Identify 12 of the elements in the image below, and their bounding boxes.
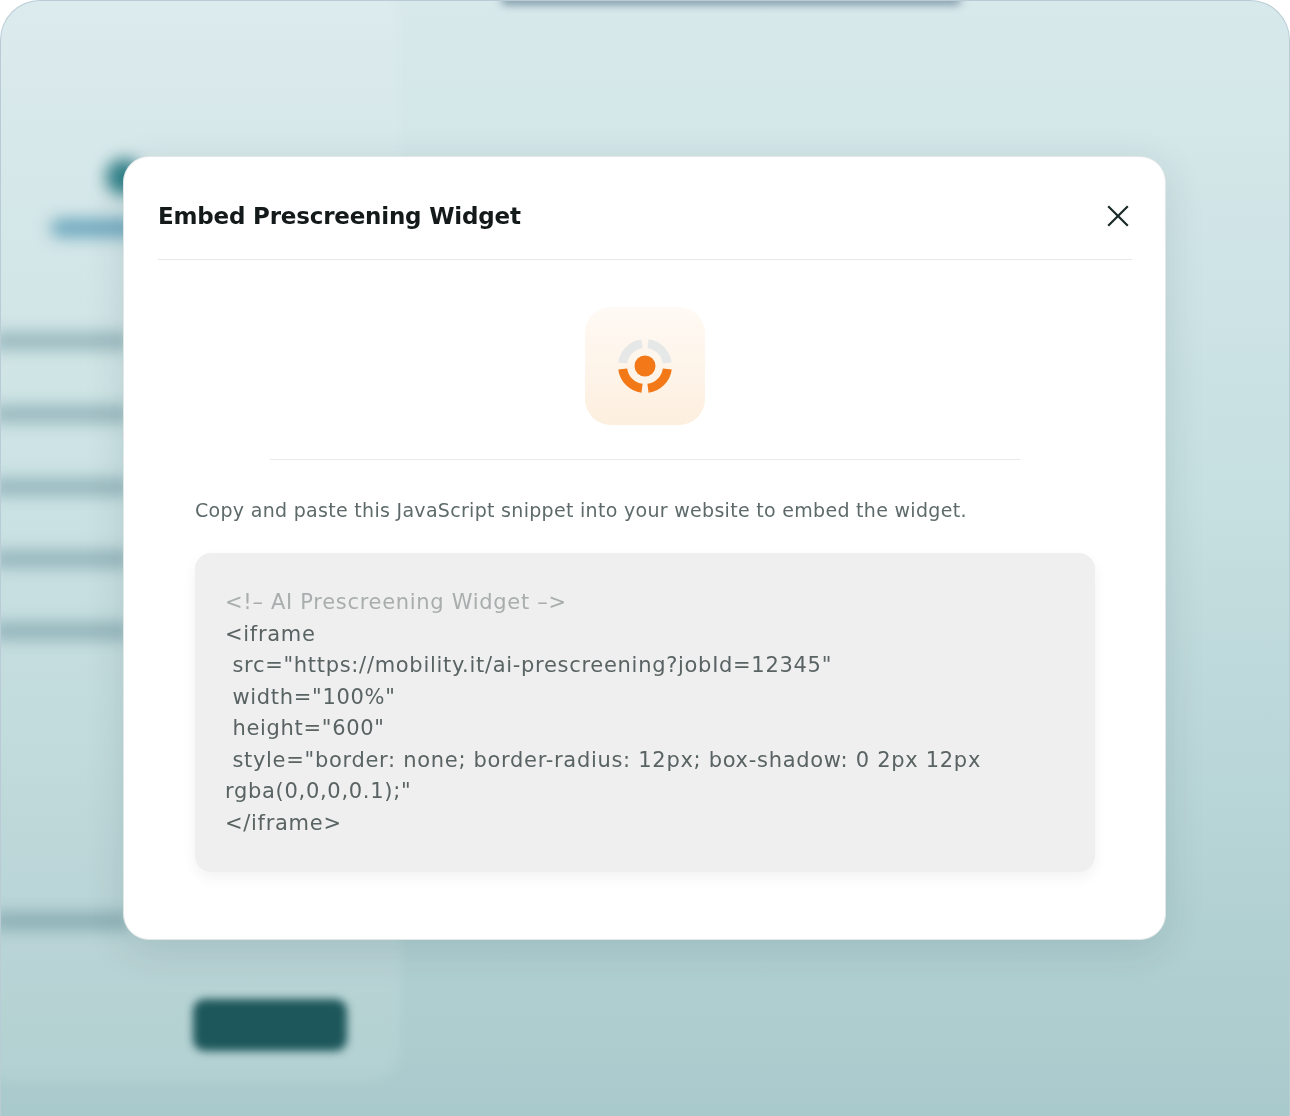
code-comment: <!– AI Prescreening Widget –> xyxy=(225,589,567,616)
code-line: width="100%" xyxy=(231,683,396,711)
code-line: </iframe> xyxy=(225,809,342,837)
close-icon xyxy=(1107,205,1129,227)
code-line: height="600" xyxy=(231,715,385,742)
instructions-text: Copy and paste this JavaScript snippet into your website to embed the widget. xyxy=(195,498,968,523)
code-line: src="https://mobility.it/ai-prescreening?jobId=12345" xyxy=(231,652,832,679)
code-line: <iframe xyxy=(225,620,316,648)
dialog-title: Embed Prescreening Widget xyxy=(158,202,521,231)
target-icon xyxy=(585,307,705,425)
code-line: style="border: none; border-radius: 12px; box-shadow: 0 2px 12px xyxy=(231,746,981,774)
code-line: rgba(0,0,0,0.1);" xyxy=(225,778,412,805)
